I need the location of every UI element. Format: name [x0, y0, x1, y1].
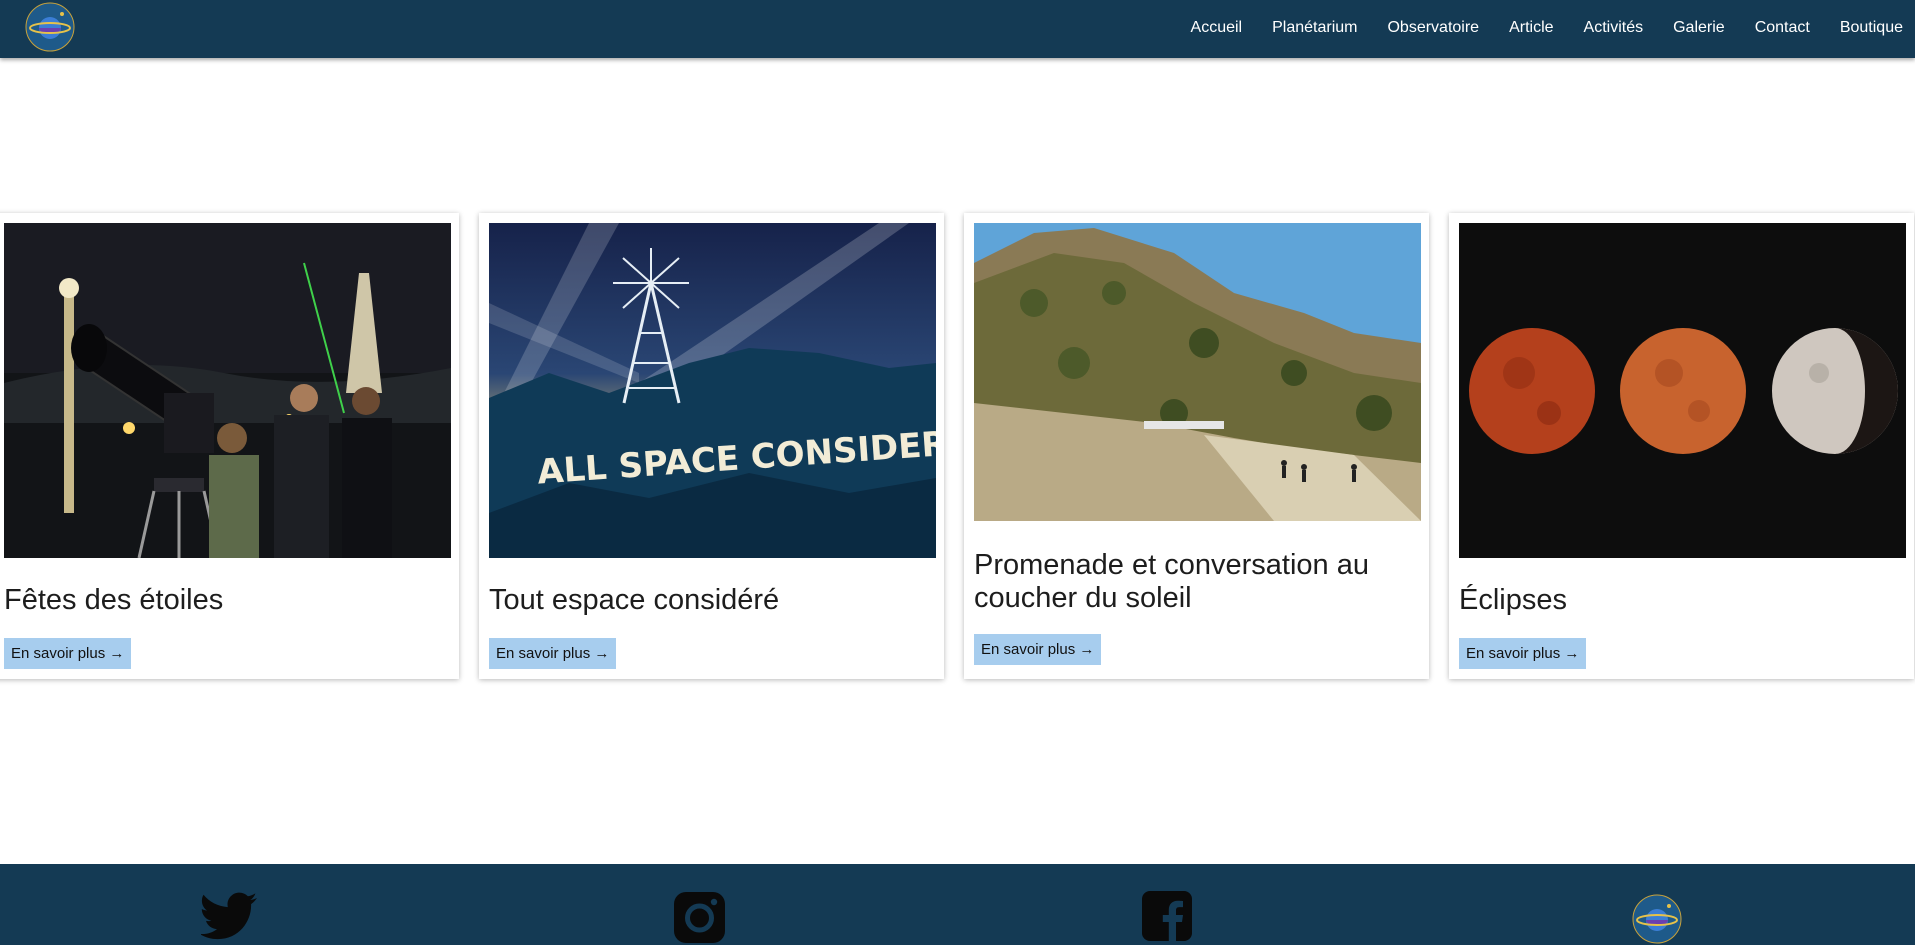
instagram-icon[interactable] — [672, 890, 730, 945]
card-title: Tout espace considéré — [489, 584, 780, 616]
hillside-trail-photo — [974, 223, 1421, 521]
learn-more-button[interactable]: En savoir plus → — [489, 638, 617, 669]
nav-boutique[interactable]: Boutique — [1840, 19, 1903, 37]
card-star-party: Fêtes des étoiles En savoir plus → — [0, 213, 459, 679]
nav-activites[interactable]: Activités — [1584, 19, 1644, 37]
top-navbar: Accueil Planétarium Observatoire Article… — [0, 0, 1915, 58]
telescope-night-photo — [4, 223, 451, 558]
card-sunset-hike: Promenade et conversation au coucher du … — [964, 213, 1429, 679]
nav-contact[interactable]: Contact — [1755, 19, 1810, 37]
main-nav: Accueil Planétarium Observatoire Article… — [1161, 0, 1903, 55]
lunar-eclipse-phases-photo — [1459, 223, 1906, 558]
planet-logo-icon[interactable] — [24, 1, 76, 53]
learn-more-button[interactable]: En savoir plus → — [1459, 638, 1587, 669]
card-title: Fêtes des étoiles — [4, 584, 224, 616]
card-all-space-considered: ALL SPACE CONSIDERED Tout espace considé… — [479, 213, 944, 679]
nav-article[interactable]: Article — [1509, 19, 1553, 37]
card-title: Promenade et conversation au coucher du … — [974, 549, 1369, 614]
learn-more-button[interactable]: En savoir plus → — [974, 634, 1102, 665]
twitter-icon[interactable] — [201, 890, 259, 945]
all-space-considered-poster: ALL SPACE CONSIDERED — [489, 223, 936, 558]
nav-galerie[interactable]: Galerie — [1673, 19, 1725, 37]
planet-logo-icon[interactable] — [1631, 893, 1683, 945]
footer — [0, 864, 1915, 945]
learn-more-button[interactable]: En savoir plus → — [4, 638, 132, 669]
facebook-icon[interactable] — [1141, 890, 1199, 945]
activity-cards: Fêtes des étoiles En savoir plus → ALL S… — [0, 213, 1915, 679]
nav-accueil[interactable]: Accueil — [1191, 19, 1243, 37]
card-title: Éclipses — [1459, 584, 1567, 616]
nav-observatoire[interactable]: Observatoire — [1387, 19, 1479, 37]
card-eclipses: Éclipses En savoir plus → — [1449, 213, 1914, 679]
nav-planetarium[interactable]: Planétarium — [1272, 19, 1357, 37]
